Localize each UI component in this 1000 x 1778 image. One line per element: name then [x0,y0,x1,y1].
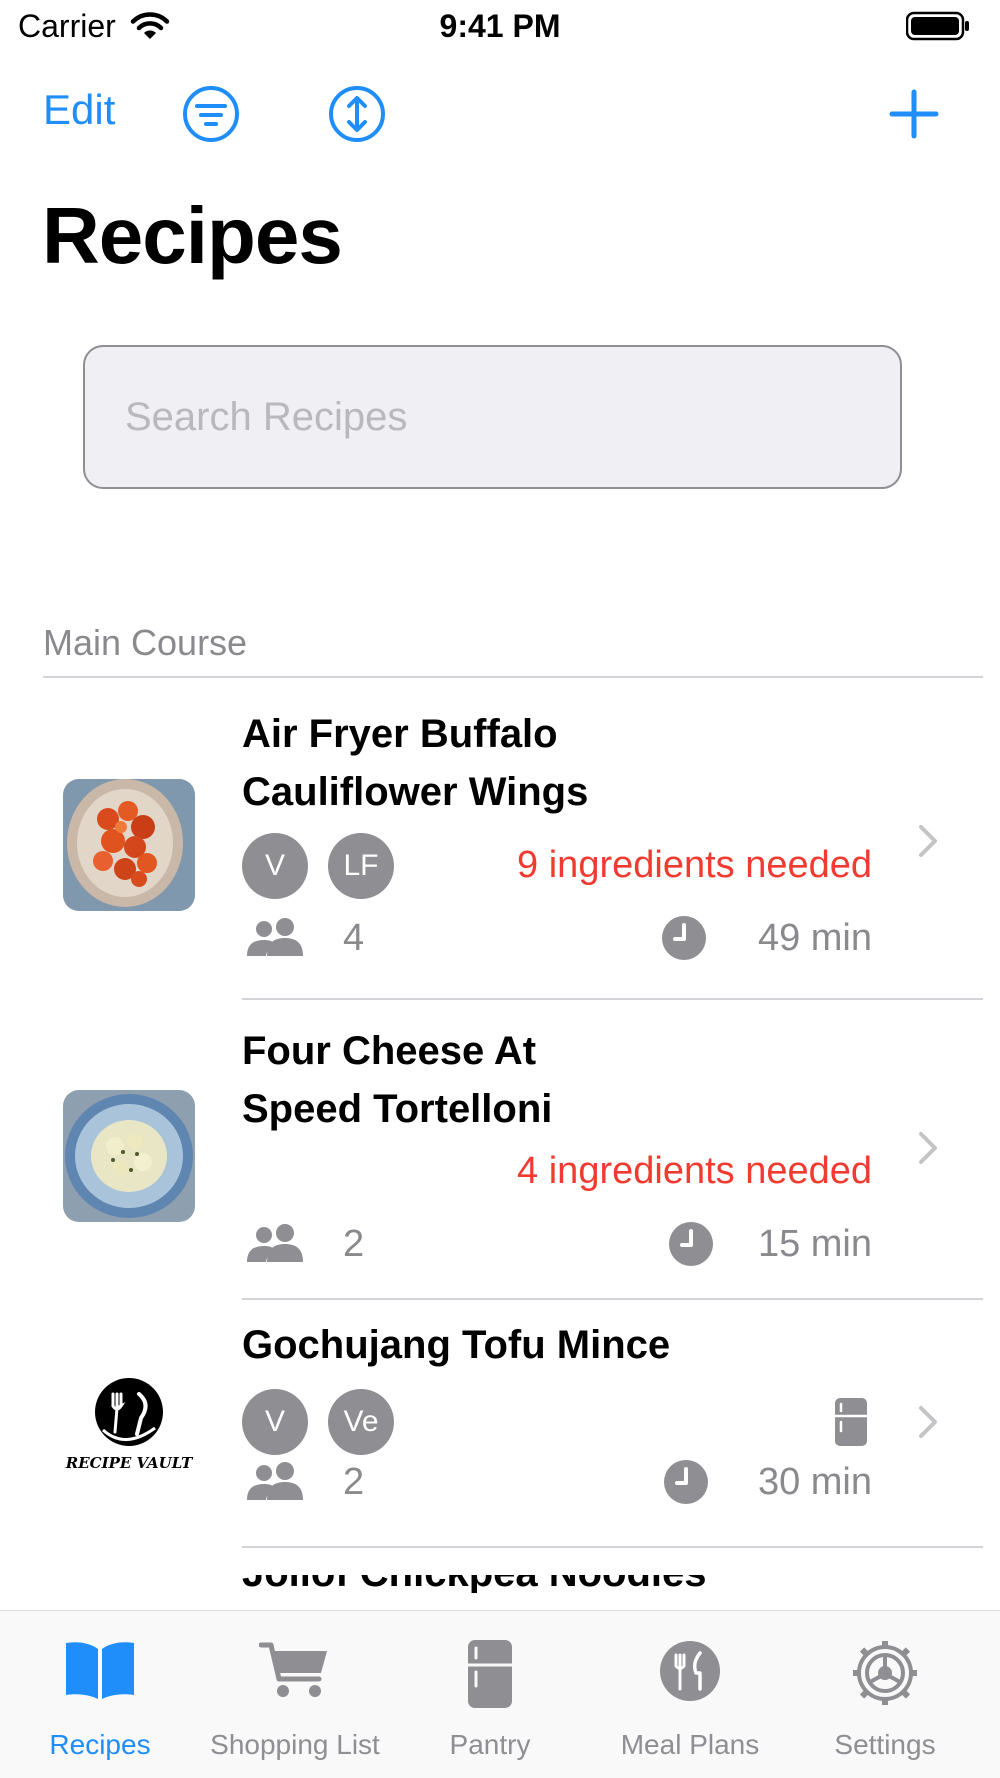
chevron-right-icon [917,1130,939,1171]
recipe-row-partial[interactable]: Jollof Chickpea Noodles [242,1575,842,1593]
status-time: 9:41 PM [439,8,561,44]
tab-recipes[interactable]: Recipes [0,1611,200,1778]
sort-arrows-circle-icon [329,86,385,142]
section-header: Main Course [43,622,248,663]
cart-icon [258,1639,331,1706]
tab-label: Settings [834,1729,936,1760]
sort-button[interactable] [327,84,387,144]
recipe-thumbnail [63,779,195,911]
people-icon [245,1460,309,1507]
plus-icon [889,89,939,139]
servings-count: 2 [343,1223,365,1265]
tab-settings[interactable]: Settings [785,1611,985,1778]
edit-button[interactable]: Edit [43,86,115,134]
status-bar: Carrier 9:41 PM [0,0,1000,56]
recipe-title: Gochujang Tofu Mince [242,1323,671,1367]
recipe-row[interactable]: Four Cheese At Speed Tortelloni 4 ingred… [0,1000,1000,1300]
chevron-right-icon [917,1404,939,1445]
tab-pantry[interactable]: Pantry [390,1611,590,1778]
clock-icon [661,915,707,966]
tab-meal-plans[interactable]: Meal Plans [590,1611,790,1778]
battery-icon [905,11,970,46]
navigation-bar: Edit [0,72,1000,152]
recipe-row[interactable]: RECIPE VAULT Gochujang Tofu Mince V Ve 2… [0,1300,1000,1562]
row-divider [242,1546,983,1548]
tab-shopping-list[interactable]: Shopping List [195,1611,395,1778]
people-icon [245,916,309,963]
cook-time: 15 min [757,1223,872,1265]
tab-label: Meal Plans [620,1729,760,1760]
page-title: Recipes [42,191,343,280]
section-divider [43,676,983,678]
tab-label: Shopping List [210,1729,380,1760]
gear-icon [851,1639,919,1712]
filter-button[interactable] [181,84,241,144]
recipe-row[interactable]: Air Fryer Buffalo Cauliflower Wings V LF… [0,680,1000,1000]
chevron-right-icon [917,823,939,864]
fork-knife-circle-icon [658,1639,722,1708]
logo-text: RECIPE VAULT [65,1454,193,1472]
tab-label: Recipes [49,1729,151,1760]
dietary-badge: V [242,1389,308,1455]
cook-time: 49 min [757,917,872,959]
fridge-icon [834,1397,868,1452]
recipe-title: Air Fryer Buffalo Cauliflower Wings [242,712,589,814]
fridge-icon [467,1639,513,1714]
filter-lines-circle-icon [183,86,239,142]
recipe-thumbnail [63,1090,195,1222]
people-icon [245,1222,309,1269]
tab-bar: Recipes Shopping List Pantry Meal Plans … [0,1610,1000,1778]
recipe-title: Four Cheese At Speed Tortelloni [242,1029,553,1131]
recipe-title: Jollof Chickpea Noodles [242,1575,842,1593]
ingredients-needed: 4 ingredients needed [517,1150,872,1192]
dietary-badge: LF [328,833,394,899]
add-recipe-button[interactable] [884,84,944,144]
servings-count: 2 [343,1461,365,1503]
ingredients-needed: 9 ingredients needed [517,844,872,886]
dietary-badge: Ve [328,1389,394,1455]
servings-count: 4 [343,917,365,959]
dietary-badge: V [242,833,308,899]
recipe-vault-logo: RECIPE VAULT [63,1360,195,1492]
tab-label: Pantry [449,1729,531,1760]
clock-icon [668,1221,714,1272]
search-input[interactable] [125,347,865,487]
clock-icon [663,1459,709,1510]
open-book-icon [62,1639,138,1704]
search-bar[interactable] [83,345,902,489]
cook-time: 30 min [757,1461,872,1503]
